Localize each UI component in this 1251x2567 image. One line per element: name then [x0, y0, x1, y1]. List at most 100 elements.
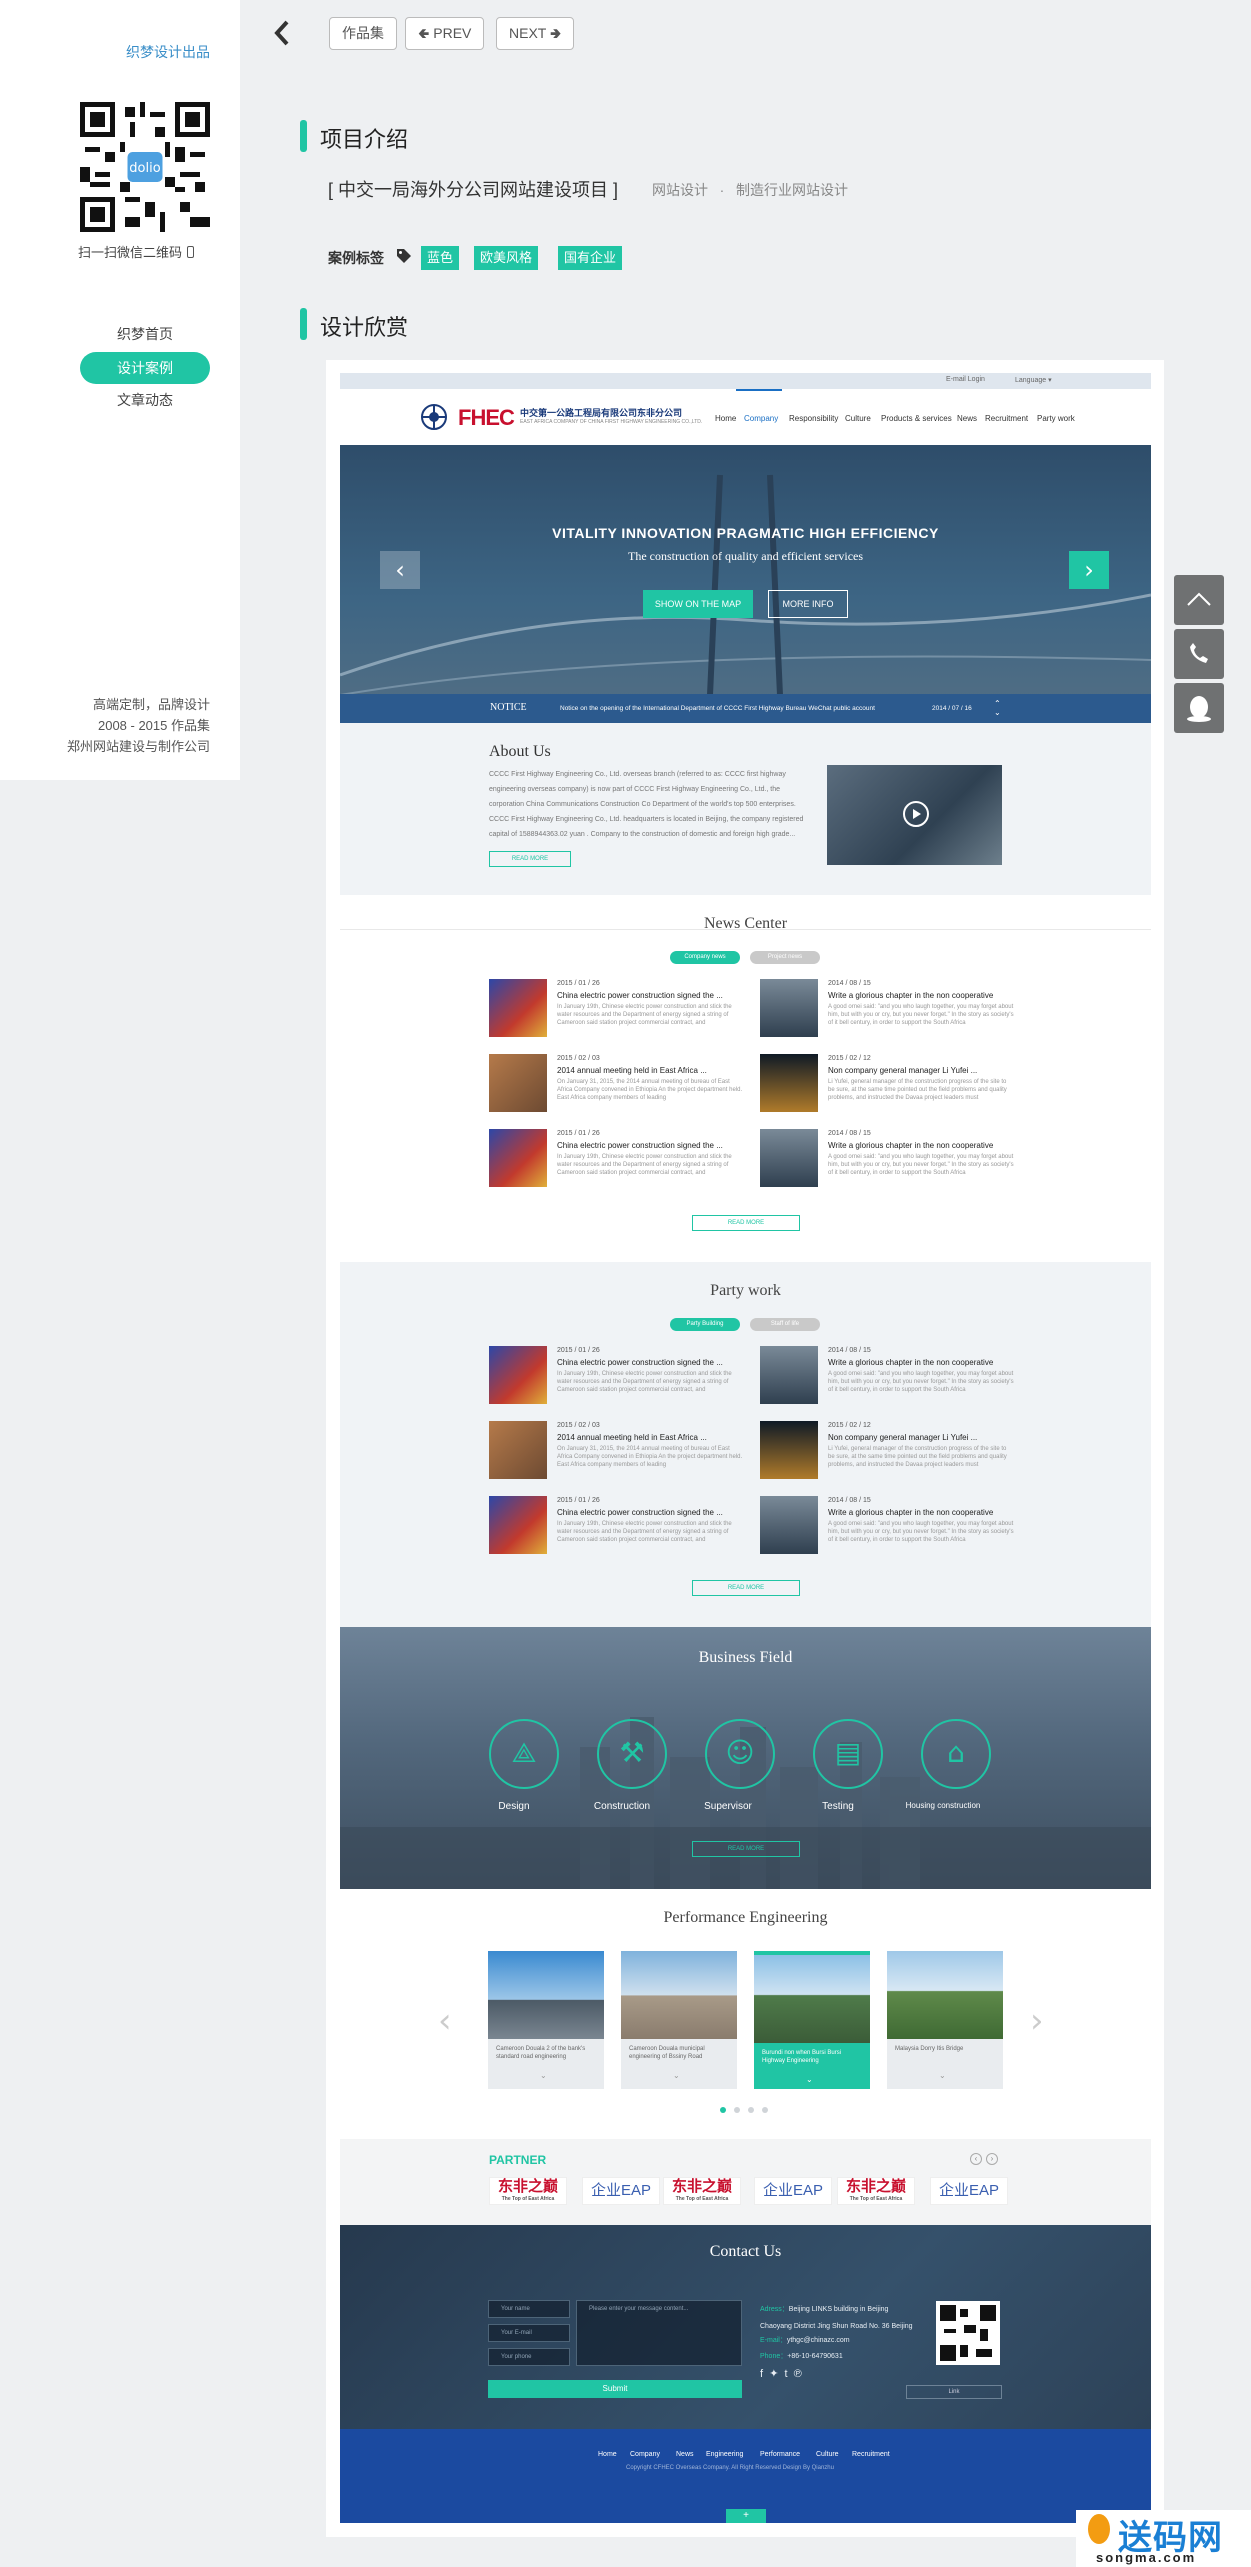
project-card[interactable]: Malaysia Dorry Itis Bridge ⌄	[887, 1951, 1003, 2089]
carousel-dot[interactable]	[762, 2107, 768, 2113]
mock-nav-item[interactable]: Home	[715, 414, 736, 423]
footer-link[interactable]: Home	[598, 2451, 617, 2458]
tag-blue[interactable]: 蓝色	[421, 246, 460, 270]
tab-party-building[interactable]: Party Building	[670, 1318, 740, 1331]
news-headline[interactable]: Write a glorious chapter in the non coop…	[828, 1141, 993, 1150]
mock-nav-item[interactable]: Company	[744, 414, 778, 423]
news-item[interactable]: 2015 / 02 / 03 2014 annual meeting held i…	[489, 1421, 751, 1485]
slider-prev-icon[interactable]: ‹	[380, 551, 420, 589]
qq-contact-button[interactable]	[1174, 683, 1224, 733]
tab-project-news[interactable]: Project news	[750, 951, 820, 964]
news-item[interactable]: 2014 / 08 / 15 Write a glorious chapter i…	[760, 1129, 1022, 1193]
scroll-top-button[interactable]	[1174, 575, 1224, 625]
partner-logo[interactable]: 企业EAP	[930, 2177, 1008, 2205]
partner-logo[interactable]: 东非之巅 The Top of East Africa	[489, 2177, 567, 2205]
mock-nav-item[interactable]: Culture	[845, 414, 871, 423]
news-item[interactable]: 2015 / 02 / 12 Non company general manage…	[760, 1421, 1022, 1485]
news-headline[interactable]: Non company general manager Li Yufei ...	[828, 1433, 977, 1442]
news-headline[interactable]: Write a glorious chapter in the non coop…	[828, 1358, 993, 1367]
tag-state-enterprise[interactable]: 国有企业	[558, 246, 623, 270]
news-thumbnail[interactable]	[760, 1496, 818, 1554]
news-item[interactable]: 2014 / 08 / 15 Write a glorious chapter i…	[760, 979, 1022, 1043]
collection-button[interactable]: 作品集	[329, 17, 397, 50]
carousel-dot[interactable]	[734, 2107, 740, 2113]
business-field-label[interactable]: Testing	[778, 1801, 898, 1812]
news-thumbnail[interactable]	[760, 1346, 818, 1404]
mock-nav-item[interactable]: News	[957, 414, 977, 423]
twitter-icon[interactable]: ✦	[769, 2368, 778, 2380]
news-item[interactable]: 2014 / 08 / 15 Write a glorious chapter i…	[760, 1496, 1022, 1560]
business-field-icon[interactable]: ⌂	[921, 1719, 991, 1789]
pinterest-icon[interactable]: ℗	[794, 2368, 802, 2380]
show-on-map-button[interactable]: SHOW ON THE MAP	[643, 590, 753, 618]
carousel-dot[interactable]	[720, 2107, 726, 2113]
partner-next-icon[interactable]: ›	[986, 2153, 998, 2165]
contact-email-input[interactable]: Your E-mail	[488, 2324, 570, 2342]
news-headline[interactable]: Write a glorious chapter in the non coop…	[828, 1508, 993, 1517]
contact-submit-button[interactable]: Submit	[488, 2380, 742, 2398]
news-headline[interactable]: 2014 annual meeting held in East Africa …	[557, 1433, 707, 1442]
footer-link[interactable]: Company	[630, 2451, 660, 2458]
news-thumbnail[interactable]	[489, 979, 547, 1037]
project-card[interactable]: Cameroon Douala 2 of the bank's standard…	[488, 1951, 604, 2089]
news-thumbnail[interactable]	[489, 1054, 547, 1112]
news-item[interactable]: 2015 / 02 / 03 2014 annual meeting held i…	[489, 1054, 751, 1118]
about-video-thumbnail[interactable]	[827, 765, 1002, 865]
category-link[interactable]: 网站设计	[652, 182, 708, 198]
news-headline[interactable]: China electric power construction signed…	[557, 991, 723, 1000]
business-field-icon[interactable]: ☺	[705, 1719, 775, 1789]
news-thumbnail[interactable]	[489, 1421, 547, 1479]
next-button[interactable]: NEXT 🢂	[496, 17, 575, 50]
news-thumbnail[interactable]	[489, 1496, 547, 1554]
carousel-next-icon[interactable]: ›	[1030, 2001, 1044, 2041]
category-link[interactable]: 制造行业网站设计	[736, 182, 848, 198]
news-thumbnail[interactable]	[760, 979, 818, 1037]
news-item[interactable]: 2015 / 01 / 26 China electric power const…	[489, 979, 751, 1043]
news-headline[interactable]: China electric power construction signed…	[557, 1358, 723, 1367]
party-read-more[interactable]: READ MORE	[692, 1580, 800, 1596]
footer-link[interactable]: Recruitment	[852, 2451, 890, 2458]
footer-link[interactable]: Culture	[816, 2451, 839, 2458]
mock-nav-item[interactable]: Recruitment	[985, 414, 1028, 423]
play-icon[interactable]	[903, 801, 929, 827]
mock-nav-item[interactable]: Products & services	[881, 414, 952, 423]
business-field-icon[interactable]: ▤	[813, 1719, 883, 1789]
more-info-button[interactable]: MORE INFO	[768, 590, 848, 618]
news-thumbnail[interactable]	[489, 1129, 547, 1187]
notice-text[interactable]: Notice on the opening of the Internation…	[560, 705, 875, 712]
business-field-icon[interactable]: ⚒	[597, 1719, 667, 1789]
business-field-label[interactable]: Design	[454, 1801, 574, 1812]
mock-nav-item[interactable]: Responsibility	[789, 414, 838, 423]
carousel-prev-icon[interactable]: ‹	[438, 2001, 452, 2041]
tag-western-style[interactable]: 欧美风格	[474, 246, 539, 270]
partner-logo[interactable]: 企业EAP	[582, 2177, 660, 2205]
news-read-more[interactable]: READ MORE	[692, 1215, 800, 1231]
news-headline[interactable]: China electric power construction signed…	[557, 1508, 723, 1517]
news-item[interactable]: 2015 / 01 / 26 China electric power const…	[489, 1346, 751, 1410]
carousel-dot[interactable]	[748, 2107, 754, 2113]
tumblr-icon[interactable]: t	[785, 2368, 788, 2380]
news-item[interactable]: 2015 / 02 / 12 Non company general manage…	[760, 1054, 1022, 1118]
footer-link[interactable]: Performance	[760, 2451, 800, 2458]
news-thumbnail[interactable]	[760, 1421, 818, 1479]
business-read-more[interactable]: READ MORE	[692, 1841, 800, 1857]
business-field-icon[interactable]: ⟁	[489, 1719, 559, 1789]
contact-phone-input[interactable]: Your phone	[488, 2348, 570, 2366]
nav-articles[interactable]: 文章动态	[80, 384, 210, 416]
back-arrow-icon[interactable]	[272, 20, 294, 46]
link-select[interactable]: Link	[906, 2385, 1002, 2399]
back-to-top-icon[interactable]: +	[726, 2509, 766, 2523]
partner-prev-icon[interactable]: ‹	[970, 2153, 982, 2165]
footer-link[interactable]: News	[676, 2451, 694, 2458]
project-card[interactable]: Cameroon Douala municipal engineering of…	[621, 1951, 737, 2089]
mock-login-link[interactable]: E-mail Login	[946, 376, 985, 383]
nav-home[interactable]: 织梦首页	[80, 318, 210, 350]
notice-updown-icon[interactable]: ⌃ ⌄	[994, 699, 1001, 717]
contact-message-input[interactable]: Please enter your message content...	[576, 2300, 742, 2366]
contact-name-input[interactable]: Your name	[488, 2300, 570, 2318]
news-thumbnail[interactable]	[489, 1346, 547, 1404]
news-thumbnail[interactable]	[760, 1054, 818, 1112]
news-headline[interactable]: China electric power construction signed…	[557, 1141, 723, 1150]
prev-button[interactable]: 🢀 PREV	[405, 17, 485, 50]
news-headline[interactable]: Write a glorious chapter in the non coop…	[828, 991, 993, 1000]
